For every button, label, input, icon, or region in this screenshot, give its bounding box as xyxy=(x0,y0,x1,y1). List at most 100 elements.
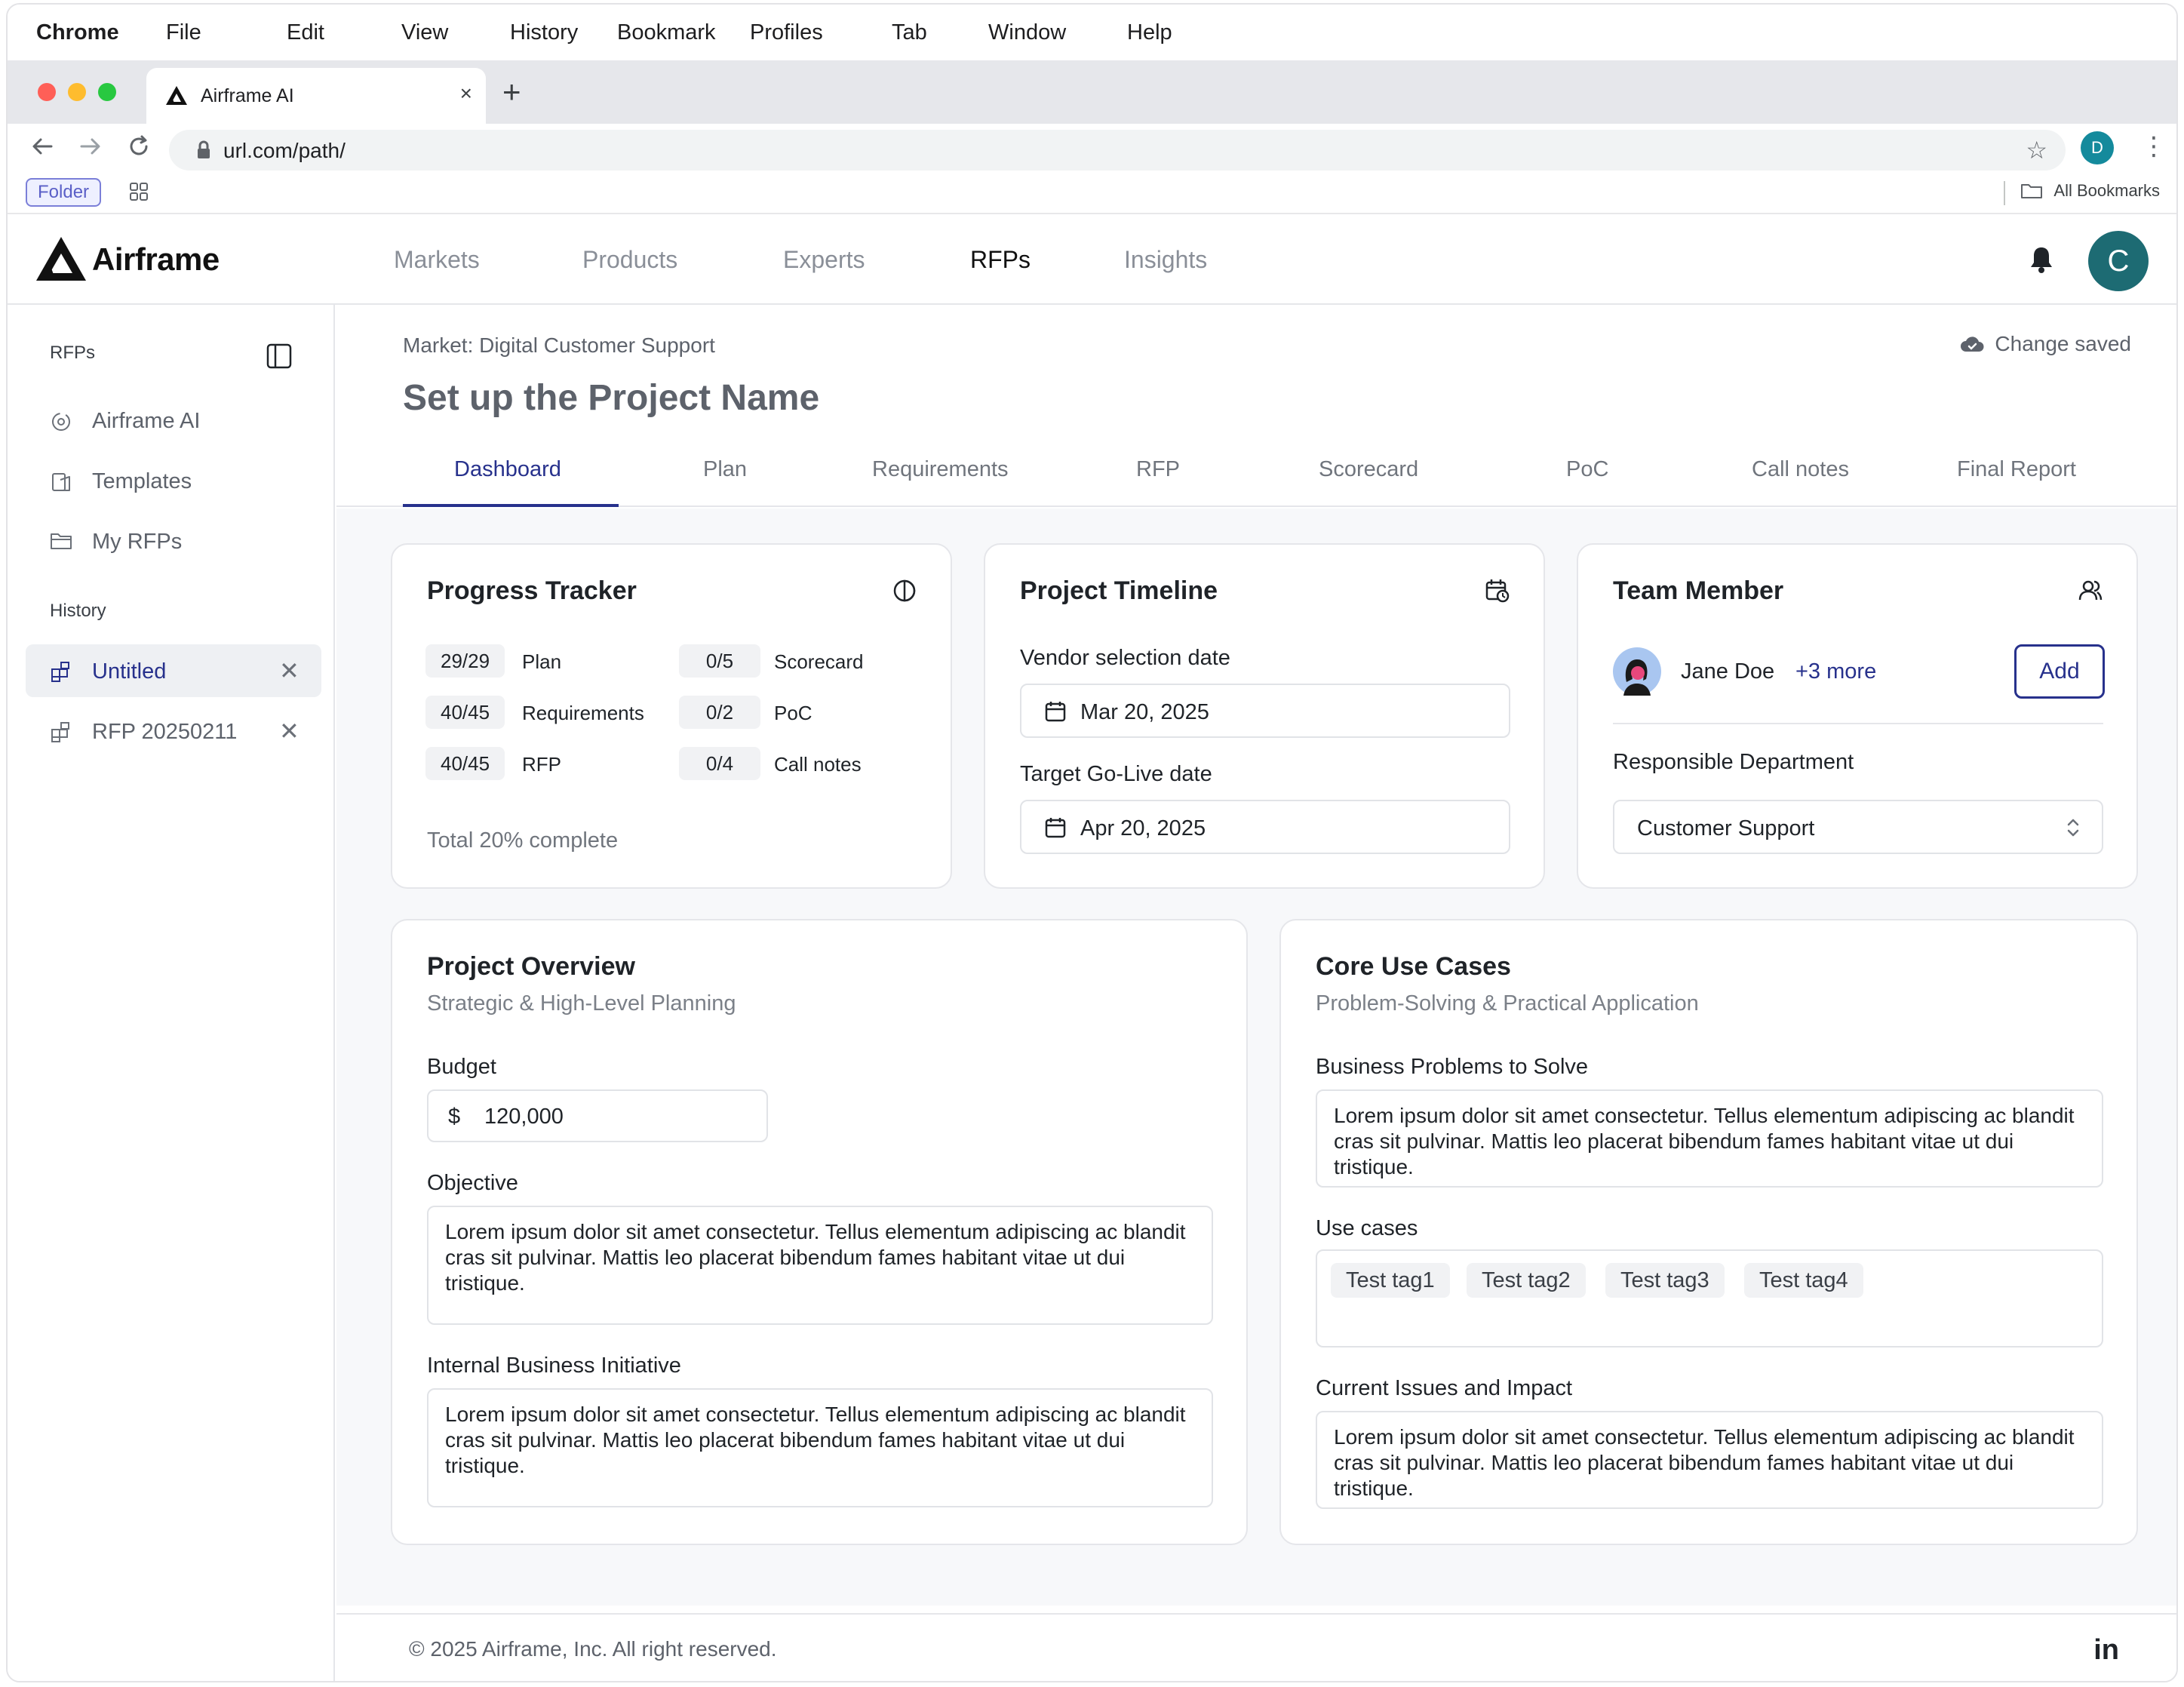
close-icon[interactable]: ✕ xyxy=(279,656,299,685)
menu-window[interactable]: Window xyxy=(988,20,1066,45)
member-avatar[interactable] xyxy=(1613,647,1661,699)
notification-bell-icon[interactable] xyxy=(2028,244,2055,278)
use-case-tag[interactable]: Test tag2 xyxy=(1467,1263,1586,1298)
card-title: Team Member xyxy=(1613,576,1784,605)
progress-count-poc: 0/2 xyxy=(679,696,760,729)
menu-profiles[interactable]: Profiles xyxy=(750,20,823,45)
menu-view[interactable]: View xyxy=(401,20,448,45)
cloud-check-icon xyxy=(1961,336,1984,352)
use-case-tag[interactable]: Test tag1 xyxy=(1331,1263,1450,1298)
history-item-rfp-20250211[interactable]: RFP 20250211 ✕ xyxy=(26,705,321,757)
tab-requirements[interactable]: Requirements xyxy=(872,457,1009,482)
user-avatar[interactable]: C xyxy=(2088,231,2149,291)
dashboard-area: Progress Tracker 29/29 Plan 40/45 Requir… xyxy=(336,509,2176,1606)
add-member-button[interactable]: Add xyxy=(2014,644,2105,699)
project-timeline-card: Project Timeline Vendor selection date M… xyxy=(984,543,1545,889)
zoom-window-button[interactable] xyxy=(98,83,116,101)
browser-menu-icon[interactable]: ⋮ xyxy=(2141,131,2167,161)
department-select[interactable]: Customer Support xyxy=(1613,800,2103,854)
menu-history[interactable]: History xyxy=(510,20,578,45)
department-label: Responsible Department xyxy=(1613,750,1854,774)
use-case-tag[interactable]: Test tag4 xyxy=(1744,1263,1863,1298)
tab-poc[interactable]: PoC xyxy=(1566,457,1608,482)
problems-textarea[interactable]: Lorem ipsum dolor sit amet consectetur. … xyxy=(1316,1089,2103,1188)
tab-rfp[interactable]: RFP xyxy=(1136,457,1180,482)
vendor-date-field[interactable]: Mar 20, 2025 xyxy=(1020,684,1510,738)
address-bar[interactable]: url.com/path/ ☆ xyxy=(169,130,2066,171)
apps-grid-icon[interactable] xyxy=(128,181,149,206)
reload-button[interactable] xyxy=(125,133,152,167)
problems-text: Lorem ipsum dolor sit amet consectetur. … xyxy=(1334,1104,2075,1178)
history-item-untitled[interactable]: Untitled ✕ xyxy=(26,644,321,697)
page-title[interactable]: Set up the Project Name xyxy=(403,377,819,419)
nav-experts[interactable]: Experts xyxy=(783,246,865,274)
initiative-label: Internal Business Initiative xyxy=(427,1354,681,1378)
airframe-logo[interactable]: Airframe xyxy=(35,235,220,284)
airframe-favicon-icon xyxy=(164,85,189,111)
tab-close-icon[interactable]: × xyxy=(460,81,472,106)
linkedin-icon[interactable]: in xyxy=(2093,1634,2119,1667)
progress-count-scorecard: 0/5 xyxy=(679,644,760,678)
menu-bookmark[interactable]: Bookmark xyxy=(617,20,716,45)
progress-label-requirements: Requirements xyxy=(522,702,644,724)
tab-final-report[interactable]: Final Report xyxy=(1957,457,2076,482)
menu-chrome[interactable]: Chrome xyxy=(36,20,119,45)
rfp-document-icon xyxy=(50,721,72,748)
menu-help[interactable]: Help xyxy=(1127,20,1172,45)
sidebar-item-templates[interactable]: Templates xyxy=(26,454,321,507)
nav-markets[interactable]: Markets xyxy=(394,246,480,274)
tab-plan[interactable]: Plan xyxy=(703,457,747,482)
new-tab-button[interactable]: + xyxy=(502,74,521,110)
golive-date-value: Apr 20, 2025 xyxy=(1080,816,1206,840)
all-bookmarks-button[interactable]: All Bookmarks xyxy=(2020,181,2160,201)
tab-call-notes[interactable]: Call notes xyxy=(1752,457,1849,482)
objective-textarea[interactable]: Lorem ipsum dolor sit amet consectetur. … xyxy=(427,1206,1213,1325)
sidebar-item-label: Airframe AI xyxy=(92,409,201,433)
menu-tab[interactable]: Tab xyxy=(892,20,927,45)
progress-label-call-notes: Call notes xyxy=(774,753,862,776)
close-icon[interactable]: ✕ xyxy=(279,717,299,745)
bookmark-folder[interactable]: Folder xyxy=(26,178,102,207)
browser-profile-avatar[interactable]: D xyxy=(2081,131,2114,164)
browser-tab[interactable]: Airframe AI × xyxy=(146,68,486,124)
bookmarks-divider xyxy=(2004,181,2005,205)
budget-input[interactable]: $ 120,000 xyxy=(427,1089,768,1142)
tab-strip: Airframe AI × + xyxy=(8,60,2176,124)
card-title: Project Overview xyxy=(427,952,635,981)
menu-edit[interactable]: Edit xyxy=(287,20,324,45)
nav-insights[interactable]: Insights xyxy=(1124,246,1207,274)
tab-dashboard[interactable]: Dashboard xyxy=(454,457,561,482)
close-window-button[interactable] xyxy=(38,83,56,101)
issues-textarea[interactable]: Lorem ipsum dolor sit amet consectetur. … xyxy=(1316,1411,2103,1509)
logo-text: Airframe xyxy=(92,241,220,277)
users-icon[interactable] xyxy=(2078,578,2103,607)
bookmark-star-icon[interactable]: ☆ xyxy=(2026,136,2047,164)
use-case-tag[interactable]: Test tag3 xyxy=(1605,1263,1725,1298)
initiative-textarea[interactable]: Lorem ipsum dolor sit amet consectetur. … xyxy=(427,1388,1213,1507)
history-item-label: RFP 20250211 xyxy=(92,720,238,744)
airframe-ai-icon xyxy=(50,410,72,437)
sidebar-item-label: My RFPs xyxy=(92,530,183,554)
back-button[interactable] xyxy=(29,133,56,167)
sidebar-item-airframe-ai[interactable]: Airframe AI xyxy=(26,394,321,447)
calendar-icon xyxy=(1044,700,1067,727)
more-members-link[interactable]: +3 more xyxy=(1795,659,1876,684)
main-content: Market: Digital Customer Support Change … xyxy=(336,305,2176,1681)
sidebar: RFPs Airframe AI Templates My RFPs Histo… xyxy=(8,305,335,1681)
use-cases-tags-field[interactable]: Test tag1 Test tag2 Test tag3 Test tag4 xyxy=(1316,1249,2103,1347)
sidebar-toggle-icon[interactable] xyxy=(266,343,293,373)
sidebar-item-my-rfps[interactable]: My RFPs xyxy=(26,515,321,567)
menu-file[interactable]: File xyxy=(166,20,201,45)
golive-date-field[interactable]: Apr 20, 2025 xyxy=(1020,800,1510,854)
lock-icon xyxy=(196,140,211,164)
nav-rfps[interactable]: RFPs xyxy=(970,246,1031,274)
progress-pie-icon[interactable] xyxy=(892,578,917,607)
calendar-clock-icon[interactable] xyxy=(1485,578,1510,607)
forward-button[interactable] xyxy=(77,133,104,167)
tab-scorecard[interactable]: Scorecard xyxy=(1319,457,1418,482)
airframe-logo-icon xyxy=(36,237,86,281)
minimize-window-button[interactable] xyxy=(68,83,86,101)
nav-products[interactable]: Products xyxy=(582,246,677,274)
history-item-label: Untitled xyxy=(92,659,167,684)
progress-label-rfp: RFP xyxy=(522,753,561,776)
